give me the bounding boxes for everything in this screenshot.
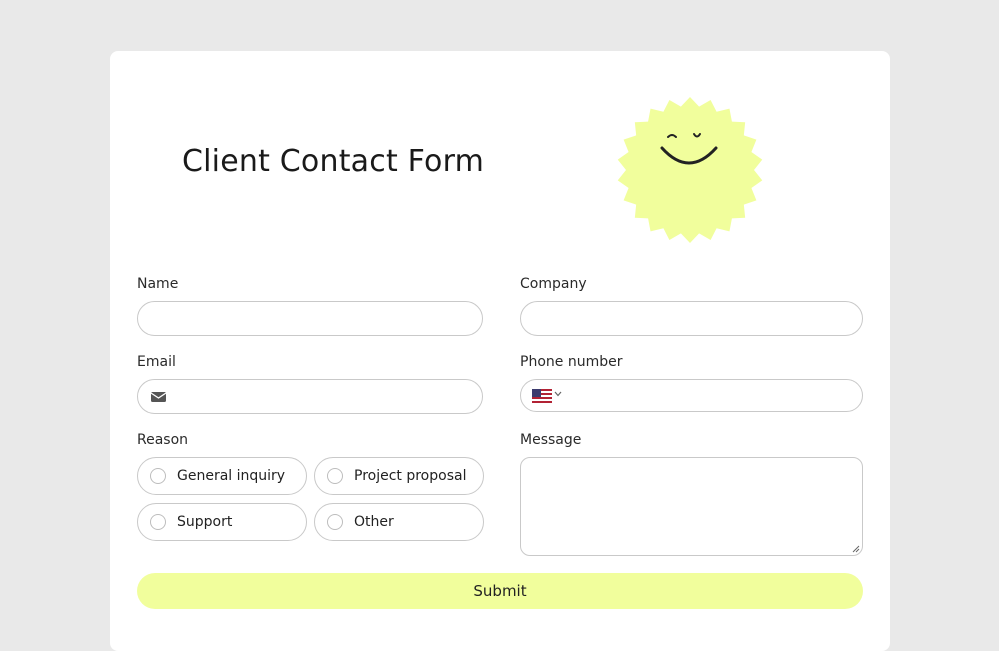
reason-option-support[interactable]: Support [137, 503, 307, 541]
reason-option-label: Other [354, 514, 394, 530]
envelope-icon [151, 392, 166, 402]
email-field[interactable] [137, 379, 483, 414]
reason-option-other[interactable]: Other [314, 503, 484, 541]
radio-button[interactable] [327, 468, 343, 484]
message-label: Message [520, 432, 582, 448]
radio-button[interactable] [327, 514, 343, 530]
reason-option-project-proposal[interactable]: Project proposal [314, 457, 484, 495]
phone-label: Phone number [520, 354, 623, 370]
smiling-sun-icon [617, 97, 763, 243]
name-input[interactable] [137, 301, 483, 336]
us-flag-icon[interactable] [532, 389, 552, 403]
page-title: Client Contact Form [182, 144, 485, 179]
chevron-down-icon[interactable] [554, 391, 562, 397]
reason-option-general-inquiry[interactable]: General inquiry [137, 457, 307, 495]
company-label: Company [520, 276, 587, 292]
company-input[interactable] [520, 301, 863, 336]
email-label: Email [137, 354, 176, 370]
name-label: Name [137, 276, 179, 292]
contact-form-card: Client Contact Form Name Company Email P… [110, 51, 890, 651]
reason-label: Reason [137, 432, 189, 448]
reason-option-label: General inquiry [177, 468, 286, 484]
radio-button[interactable] [150, 514, 166, 530]
reason-option-label: Project proposal [354, 468, 467, 484]
resize-handle-icon[interactable] [852, 545, 860, 553]
reason-option-label: Support [177, 514, 233, 530]
radio-button[interactable] [150, 468, 166, 484]
message-textarea[interactable] [520, 457, 863, 556]
submit-button[interactable]: Submit [137, 573, 863, 609]
phone-field[interactable] [520, 379, 863, 412]
